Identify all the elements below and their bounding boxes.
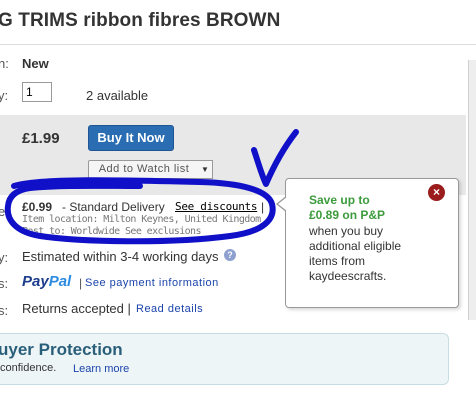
see-discounts-link[interactable]: See discounts xyxy=(175,200,258,213)
see-payment-information-link[interactable]: See payment information xyxy=(85,277,219,289)
returns-value: Returns accepted | xyxy=(22,301,131,316)
add-to-watch-list-button[interactable]: Add to Watch list xyxy=(88,160,200,179)
quantity-label: y: xyxy=(0,88,9,103)
buyer-protection-title: uyer Protection xyxy=(0,340,123,359)
close-icon[interactable]: × xyxy=(428,184,445,201)
delivery-estimate: Estimated within 3-4 working days xyxy=(22,249,219,264)
read-details-link[interactable]: Read details xyxy=(136,303,203,315)
paypal-logo: PayPal xyxy=(22,273,71,290)
condition-value: New xyxy=(22,56,49,71)
delivery-label: y: xyxy=(0,250,9,265)
shipping-label: e: xyxy=(0,204,9,219)
payments-label: s: xyxy=(0,276,9,291)
item-location: Item location: Milton Keynes, United Kin… xyxy=(22,214,261,225)
buy-it-now-button[interactable]: Buy It Now xyxy=(88,125,174,151)
post-to: Post to: Worldwide See exclusions xyxy=(22,226,201,237)
popup-title: Save up to £0.89 on P&P xyxy=(309,193,386,222)
quantity-input[interactable] xyxy=(22,82,52,102)
shipping-cost: £0.99 xyxy=(22,200,53,214)
popup-pointer-inner xyxy=(278,197,287,211)
paypal-logo-part1: Pay xyxy=(22,273,49,290)
listing-title: G TRIMS ribbon fibres BROWN xyxy=(0,10,281,31)
title-divider xyxy=(0,44,476,45)
right-scroll-edge xyxy=(468,60,476,320)
returns-label: s: xyxy=(0,303,9,318)
condition-label: n: xyxy=(0,56,9,71)
payments-separator: | xyxy=(79,276,83,290)
learn-more-link[interactable]: Learn more xyxy=(73,363,129,375)
paypal-logo-part2: Pal xyxy=(48,273,72,290)
item-price: £1.99 xyxy=(22,130,60,147)
shipping-service: - Standard Delivery xyxy=(62,200,165,214)
watch-dropdown-arrow-icon[interactable]: ▼ xyxy=(198,160,213,179)
help-icon[interactable]: ? xyxy=(224,249,236,261)
popup-body: when you buy additional eligible items f… xyxy=(309,224,402,283)
available-count: 2 available xyxy=(86,88,149,103)
shipping-separator: | xyxy=(261,200,265,214)
buyer-protection-text: confidence. xyxy=(0,362,57,374)
